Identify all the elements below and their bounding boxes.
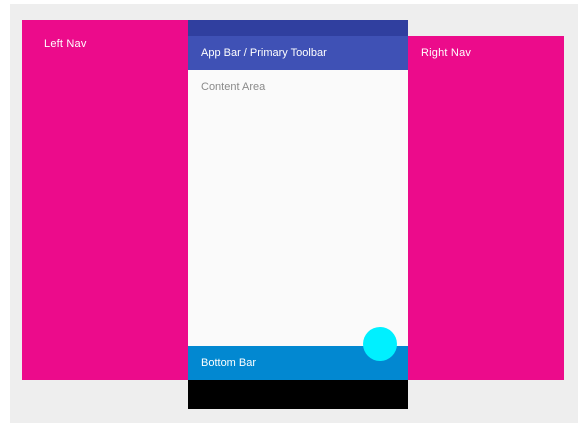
right-nav-panel: Right Nav bbox=[408, 36, 564, 380]
floating-action-button[interactable] bbox=[363, 327, 397, 361]
bottom-bar-label: Bottom Bar bbox=[201, 357, 257, 369]
left-nav-label: Left Nav bbox=[44, 38, 87, 50]
phone-screen: App Bar / Primary Toolbar Content Area B… bbox=[188, 20, 408, 409]
content-area: Content Area bbox=[188, 70, 408, 346]
content-area-label: Content Area bbox=[201, 81, 266, 93]
system-navigation-bar bbox=[188, 380, 408, 409]
left-nav-panel: Left Nav bbox=[22, 20, 188, 380]
right-nav-label: Right Nav bbox=[421, 47, 472, 59]
app-bar-label: App Bar / Primary Toolbar bbox=[201, 47, 327, 59]
app-bar: App Bar / Primary Toolbar bbox=[188, 36, 408, 70]
status-bar bbox=[188, 20, 408, 36]
